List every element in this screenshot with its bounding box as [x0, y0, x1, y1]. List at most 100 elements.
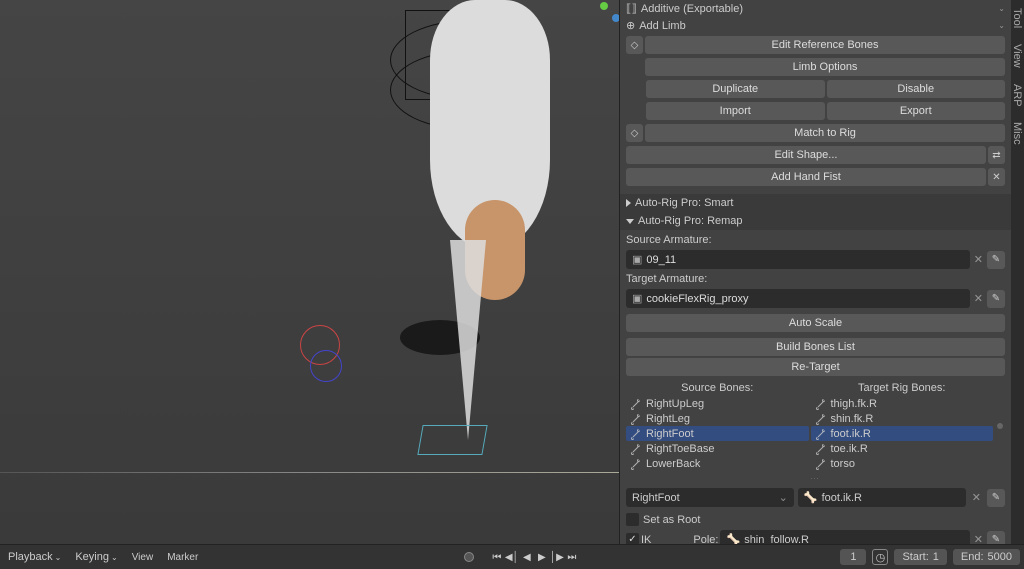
pole-label: Pole: — [693, 534, 718, 545]
set-root-label: Set as Root — [643, 514, 700, 526]
bone-row[interactable]: LowerBack — [626, 456, 809, 471]
chevron-down-icon: ⌄ — [779, 491, 788, 504]
scrollbar[interactable] — [995, 380, 1005, 471]
axis-dot-y — [600, 2, 608, 10]
clear-icon[interactable]: ✕ — [972, 533, 985, 544]
remap-panel-header[interactable]: Auto-Rig Pro: Remap — [620, 212, 1011, 230]
bone-name: LowerBack — [646, 458, 700, 470]
play-reverse-icon[interactable]: ◀ — [520, 550, 534, 564]
ik-checkbox[interactable] — [626, 533, 639, 544]
bone-name: RightUpLeg — [646, 398, 704, 410]
retarget-button[interactable]: Re-Target — [626, 358, 1005, 376]
clear-icon[interactable]: ✕ — [970, 491, 983, 504]
eyedropper-icon[interactable]: ✎ — [987, 251, 1005, 269]
tab-tool[interactable]: Tool — [1011, 0, 1024, 36]
bone-name: torso — [831, 458, 855, 470]
src-arm-field[interactable]: ▣ 09_11 — [626, 250, 970, 269]
bone-row[interactable]: RightFoot — [626, 426, 809, 441]
viewport-3d[interactable] — [0, 0, 619, 544]
bone-name: shin.fk.R — [831, 413, 874, 425]
eyedropper-icon[interactable]: ✎ — [987, 290, 1005, 308]
auto-scale-button[interactable]: Auto Scale — [626, 314, 1005, 332]
tab-arp[interactable]: ARP — [1011, 76, 1024, 115]
tgt-arm-value: cookieFlexRig_proxy — [646, 293, 748, 305]
source-bones-col: Source Bones: RightUpLegRightLegRightFoo… — [626, 380, 809, 471]
tab-misc[interactable]: Misc — [1011, 114, 1024, 153]
resize-handle[interactable]: ⋯ — [620, 473, 1011, 484]
disable-button[interactable]: Disable — [827, 80, 1006, 98]
eyedropper-icon[interactable]: ✎ — [987, 489, 1005, 507]
bone-name: RightToeBase — [646, 443, 715, 455]
limb-options-button[interactable]: Limb Options — [645, 58, 1005, 76]
bone-row[interactable]: thigh.fk.R — [811, 396, 994, 411]
bone-row[interactable]: shin.fk.R — [811, 411, 994, 426]
add-hand-fist-button[interactable]: Add Hand Fist — [626, 168, 986, 186]
view-menu[interactable]: View — [128, 550, 158, 565]
pole-field[interactable]: 🦴 shin_follow.R — [720, 530, 969, 544]
tgt-arm-label: Target Armature: — [626, 273, 707, 285]
start-label: Start: — [902, 551, 928, 563]
playback-menu[interactable]: Playback ⌄ — [4, 549, 65, 565]
bone-row[interactable]: toe.ik.R — [811, 441, 994, 456]
bone-icon — [630, 413, 642, 425]
edit-shape-button[interactable]: Edit Shape... — [626, 146, 986, 164]
bone-row[interactable]: RightLeg — [626, 411, 809, 426]
selected-tgt-bone[interactable]: 🦴 foot.ik.R — [798, 488, 966, 507]
import-button[interactable]: Import — [646, 102, 825, 120]
bone-name: toe.ik.R — [831, 443, 868, 455]
selected-src-bone[interactable]: RightFoot ⌄ — [626, 488, 794, 507]
bone-row[interactable]: RightToeBase — [626, 441, 809, 456]
set-root-checkbox[interactable] — [626, 513, 639, 526]
duplicate-button[interactable]: Duplicate — [646, 80, 825, 98]
play-icon[interactable]: ▶ — [535, 550, 549, 564]
bone-icon — [630, 443, 642, 455]
frame-range-end[interactable]: End: 5000 — [953, 549, 1020, 565]
edit-ref-bones-button[interactable]: Edit Reference Bones — [645, 36, 1005, 54]
bone-icon — [630, 398, 642, 410]
properties-panel: ⟦⟧ Additive (Exportable) ⌄ ⊕ Add Limb ⌄ … — [619, 0, 1011, 544]
prev-key-icon[interactable]: ◀│ — [505, 550, 519, 564]
unknown-toggle-2[interactable]: ◇ — [626, 124, 643, 142]
bone-name: foot.ik.R — [831, 428, 871, 440]
armature-icon: ▣ — [632, 292, 642, 305]
next-key-icon[interactable]: │▶ — [550, 550, 564, 564]
selected-src-value: RightFoot — [632, 492, 680, 504]
mirror-icon[interactable]: ⇄ — [988, 146, 1005, 164]
tgt-arm-field[interactable]: ▣ cookieFlexRig_proxy — [626, 289, 970, 308]
bone-row[interactable]: foot.ik.R — [811, 426, 994, 441]
unknown-toggle[interactable]: ◇ — [626, 36, 643, 54]
close-icon[interactable]: ✕ — [988, 168, 1005, 186]
remap-label: Auto-Rig Pro: Remap — [638, 215, 743, 227]
record-button[interactable] — [464, 552, 474, 562]
match-to-rig-button[interactable]: Match to Rig — [645, 124, 1005, 142]
bone-name: thigh.fk.R — [831, 398, 877, 410]
bone-name: RightLeg — [646, 413, 690, 425]
tab-view[interactable]: View — [1011, 36, 1024, 76]
clear-icon[interactable]: ✕ — [972, 253, 985, 266]
bone-icon: 🦴 — [804, 491, 818, 504]
bone-icon — [815, 458, 827, 470]
smart-panel-header[interactable]: Auto-Rig Pro: Smart — [620, 194, 1011, 212]
tgt-bones-header: Target Rig Bones: — [811, 380, 994, 396]
bone-icon — [815, 413, 827, 425]
build-bones-button[interactable]: Build Bones List — [626, 338, 1005, 356]
clock-icon[interactable]: ◷ — [872, 549, 888, 565]
add-limb-row[interactable]: ⊕ Add Limb ⌄ — [620, 17, 1011, 34]
jump-start-icon[interactable]: ⏮ — [490, 550, 504, 564]
current-frame[interactable]: 1 — [840, 549, 866, 565]
bone-icon — [815, 398, 827, 410]
bone-row[interactable]: torso — [811, 456, 994, 471]
clear-icon[interactable]: ✕ — [972, 292, 985, 305]
jump-end-icon[interactable]: ⏭ — [565, 550, 579, 564]
keying-menu[interactable]: Keying ⌄ — [71, 549, 121, 565]
marker-menu[interactable]: Marker — [163, 550, 202, 565]
eyedropper-icon[interactable]: ✎ — [987, 531, 1005, 545]
export-button[interactable]: Export — [827, 102, 1006, 120]
bone-row[interactable]: RightUpLeg — [626, 396, 809, 411]
frame-range[interactable]: Start: 1 — [894, 549, 946, 565]
chevron-down-icon[interactable]: ⌄ — [998, 4, 1005, 13]
src-arm-value: 09_11 — [646, 254, 676, 266]
bone-name: RightFoot — [646, 428, 694, 440]
mode-icon: ⟦⟧ — [626, 2, 637, 15]
ik-label: IK — [641, 534, 651, 545]
